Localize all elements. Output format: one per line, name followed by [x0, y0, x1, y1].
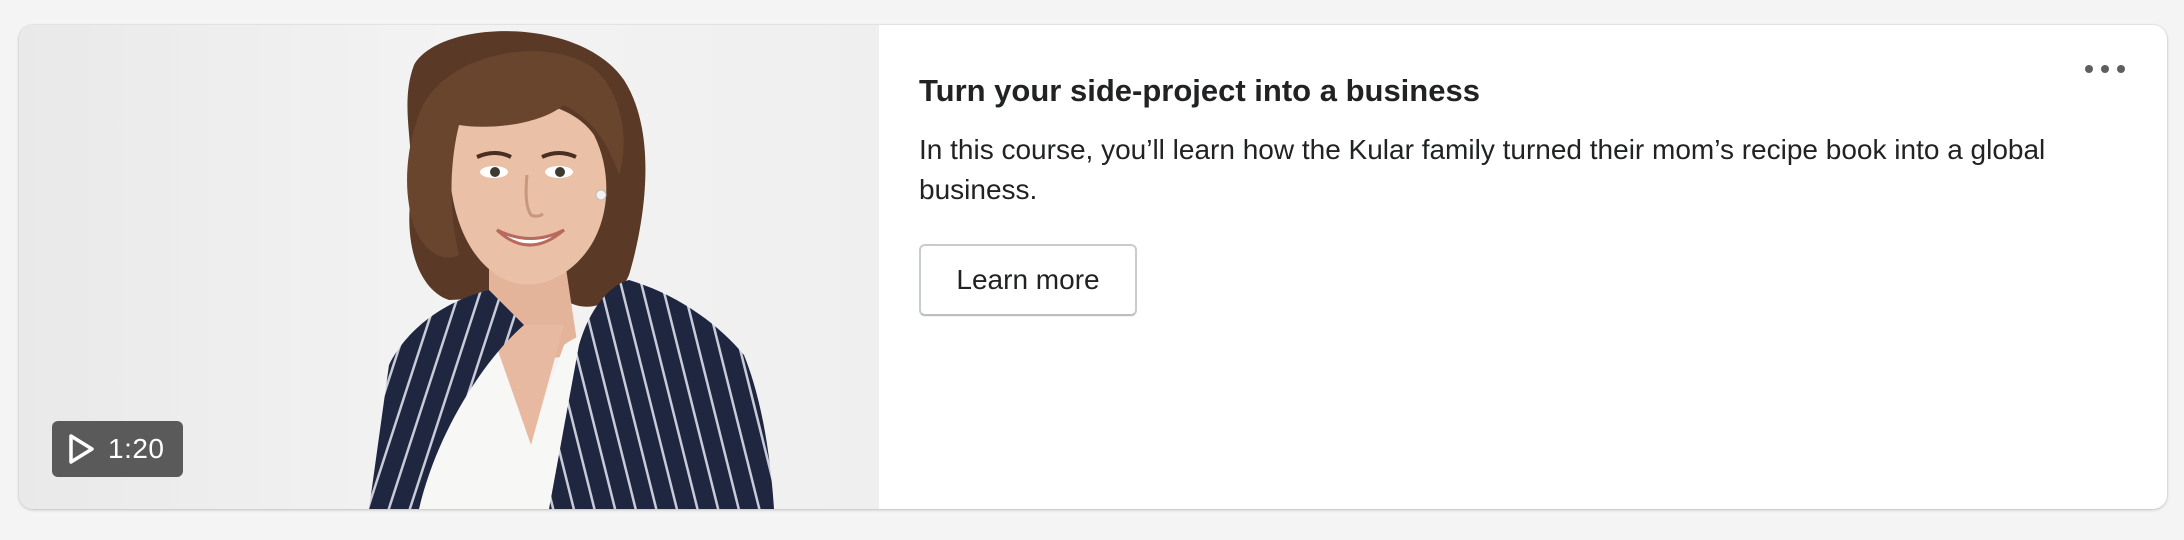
play-icon	[66, 434, 96, 464]
card-title: Turn your side-project into a business	[919, 73, 1480, 108]
video-duration-badge[interactable]: 1:20	[52, 421, 183, 477]
card-description: In this course, you’ll learn how the Kul…	[919, 134, 2046, 205]
learn-more-button[interactable]: Learn more	[919, 244, 1137, 316]
video-duration: 1:20	[108, 433, 165, 464]
dot	[2101, 65, 2109, 73]
card-content: Turn your side-project into a business I…	[879, 25, 2167, 509]
course-card: 1:20 Turn your side-project into a busin…	[19, 25, 2167, 509]
horizontal-dots-icon[interactable]	[2085, 59, 2125, 79]
dot	[2085, 65, 2093, 73]
video-thumbnail[interactable]: 1:20	[19, 25, 879, 509]
dot	[2117, 65, 2125, 73]
